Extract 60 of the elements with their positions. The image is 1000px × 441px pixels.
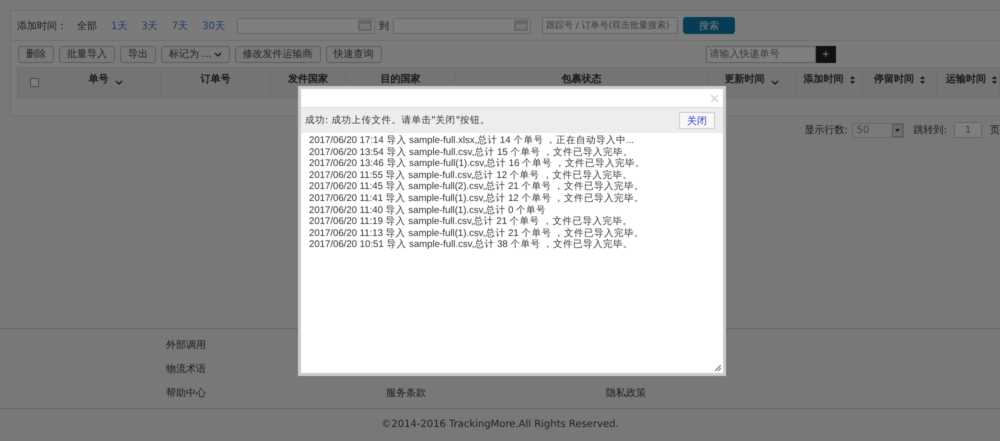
sort-icon <box>992 76 997 84</box>
log-line: 2017/06/20 13:54 导入 sample-full.csv,总计 15 个单号 ，文件已导入完毕。 <box>309 146 634 158</box>
column-header[interactable]: 目的国家 <box>380 74 420 86</box>
checkbox[interactable] <box>30 78 38 87</box>
log-line: 2017/06/20 11:55 导入 sample-full.csv,总计 12 个单号 ，文件已导入完毕。 <box>309 170 634 181</box>
column-header[interactable]: 运输时间 <box>946 74 986 86</box>
date-field[interactable] <box>236 18 375 34</box>
jump-label: 跳转到: <box>914 124 947 137</box>
log-line: 2017/06/20 17:14 导入 sample-full.xlsx,总计 14 个单号 ，正在自动导入中... <box>309 135 635 147</box>
sort-icon <box>850 76 854 84</box>
toolbar-button[interactable]: 标记为 ... <box>161 46 230 62</box>
footer-link[interactable]: 隐私政策 <box>606 386 826 400</box>
log-line: 2017/06/20 10:51 导入 sample-full.csv,总计 38 个单号 ，文件已导入完毕。 <box>309 239 634 251</box>
search-field[interactable]: 跟踪号 / 订单号(双击批量搜索) <box>542 17 678 34</box>
calendar-icon[interactable] <box>358 20 372 31</box>
close-button[interactable]: 关闭 <box>679 112 715 129</box>
filter-label: 添加时间： <box>17 20 67 32</box>
column-header[interactable]: 更新时间 <box>724 74 764 86</box>
chevron-icon <box>770 80 778 85</box>
toolbar-button[interactable]: 批量导入 <box>59 46 115 62</box>
column-header[interactable]: 停留时间 <box>874 74 914 86</box>
log-line: 2017/06/20 11:45 导入 sample-full(2).csv,总计 21 个单号 ，文件已导入完毕。 <box>309 181 646 193</box>
date-field[interactable] <box>392 18 531 34</box>
column-header[interactable]: 单号 <box>88 74 108 86</box>
date-range-link[interactable]: 全部 <box>77 18 97 32</box>
log-line: 2017/06/20 13:46 导入 sample-full(1).csv,总计 16 个单号 ，文件已导入完毕。 <box>309 158 646 170</box>
log-line: 2017/06/20 11:40 导入 sample-full(1).csv,总计 0 个单号 <box>309 204 548 216</box>
column-header[interactable]: 发件国家 <box>288 74 328 86</box>
column-header[interactable]: 订单号 <box>200 74 230 86</box>
chevron-icon <box>214 52 222 56</box>
resize-handle-icon[interactable] <box>715 365 721 371</box>
date-range-link[interactable]: 1天 <box>111 18 128 32</box>
date-range-link[interactable]: 30天 <box>202 18 225 32</box>
toolbar-button[interactable]: 快速查询 <box>326 46 382 62</box>
copyright: ©2014-2016 TrackingMore.All Rights Reserved. <box>381 419 619 430</box>
page-label: 页 <box>990 124 1000 137</box>
column-header[interactable]: 添加时间 <box>804 74 844 86</box>
toolbar-button[interactable]: 删除 <box>18 46 54 62</box>
close-icon[interactable] <box>711 94 718 102</box>
sort-icon <box>920 76 925 84</box>
toolbar-button[interactable]: 修改发件运输商 <box>234 46 321 62</box>
log-line: 2017/06/20 11:41 导入 sample-full(1).csv,总计 12 个单号 ，文件已导入完毕。 <box>309 192 646 205</box>
dropdown-icon <box>892 124 903 136</box>
footer-link[interactable]: 帮助中心 <box>166 386 386 400</box>
tracking-number-field[interactable]: 请输入快递单号 <box>706 46 816 62</box>
column-header[interactable]: 包裹状态 <box>562 74 602 86</box>
toolbar-button[interactable]: 导出 <box>120 46 156 62</box>
chevron-icon <box>114 80 122 85</box>
add-button[interactable]: + <box>816 46 836 62</box>
to-label: 到 <box>378 20 389 32</box>
calendar-icon[interactable] <box>514 20 528 31</box>
log-line: 2017/06/20 11:19 导入 sample-full.csv,总计 21 个单号 ，文件已导入完毕。 <box>309 216 634 228</box>
page-field[interactable]: 1 <box>954 122 982 138</box>
date-range-link[interactable]: 7天 <box>172 18 188 32</box>
footer-link[interactable]: 服务条款 <box>386 386 606 400</box>
date-range-link[interactable]: 3天 <box>141 18 158 32</box>
rows-label: 显示行数: <box>804 124 848 137</box>
success-message: 成功: 成功上传文件。请单击"关闭"按钮。 <box>305 114 490 127</box>
search-button[interactable]: 搜索 <box>682 17 735 34</box>
log-line: 2017/06/20 11:13 导入 sample-full(1).csv,总计 21 个单号 ，文件已导入完毕。 <box>309 228 646 239</box>
